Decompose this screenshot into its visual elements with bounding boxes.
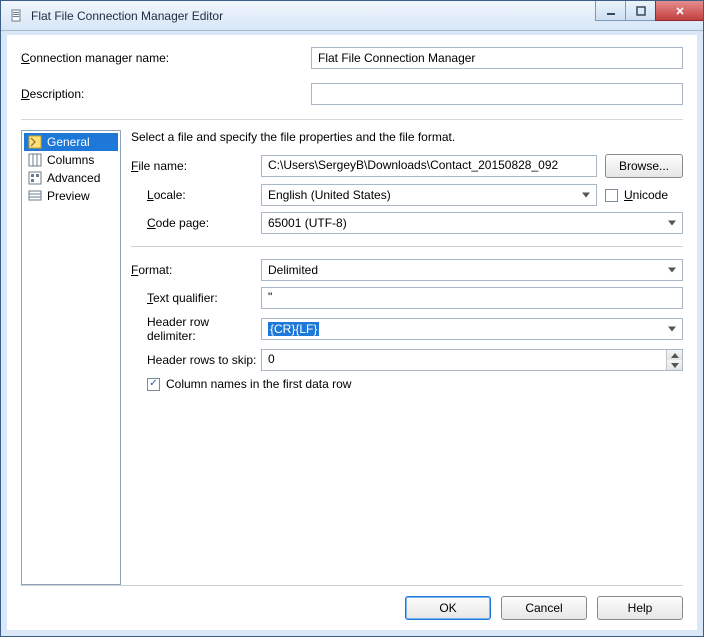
advanced-icon — [27, 170, 43, 186]
header-delim-label: Header row delimiter: — [131, 315, 261, 343]
close-button[interactable] — [655, 1, 703, 21]
nav-item-general[interactable]: General — [24, 133, 118, 151]
format-combo[interactable]: Delimited — [261, 259, 683, 281]
ok-button[interactable]: OK — [405, 596, 491, 620]
spin-up-button[interactable] — [667, 350, 682, 360]
connection-name-label: Connection manager name: — [21, 51, 311, 65]
preview-icon — [27, 188, 43, 204]
detail-panel: Select a file and specify the file prope… — [131, 130, 683, 585]
nav-list[interactable]: General Columns Advanced Preview — [21, 130, 121, 585]
connection-name-input[interactable] — [311, 47, 683, 69]
file-name-input[interactable]: C:\Users\SergeyB\Downloads\Contact_20150… — [261, 155, 597, 177]
description-input[interactable] — [311, 83, 683, 105]
unicode-checkbox[interactable] — [605, 189, 618, 202]
nav-item-label: Columns — [47, 153, 94, 167]
text-qualifier-label: Text qualifier: — [131, 291, 261, 305]
codepage-combo[interactable]: 65001 (UTF-8) — [261, 212, 683, 234]
header-skip-label: Header rows to skip: — [131, 353, 261, 367]
minimize-button[interactable] — [595, 1, 625, 21]
form-grid: File name: C:\Users\SergeyB\Downloads\Co… — [131, 154, 683, 397]
header-delim-combo[interactable]: {CR}{LF} — [261, 318, 683, 340]
locale-combo[interactable]: English (United States) — [261, 184, 597, 206]
nav-item-columns[interactable]: Columns — [24, 151, 118, 169]
nav-item-label: Advanced — [47, 171, 100, 185]
separator — [131, 246, 683, 247]
nav-item-preview[interactable]: Preview — [24, 187, 118, 205]
titlebar[interactable]: Flat File Connection Manager Editor — [1, 1, 703, 31]
nav-item-label: Preview — [47, 189, 90, 203]
main-split: General Columns Advanced Preview Select … — [21, 119, 683, 585]
maximize-button[interactable] — [625, 1, 655, 21]
dialog-window: Flat File Connection Manager Editor Conn… — [0, 0, 704, 637]
header-skip-input[interactable]: 0 — [261, 349, 683, 371]
window-title: Flat File Connection Manager Editor — [31, 9, 223, 23]
window-buttons — [595, 1, 703, 21]
description-label: Description: — [21, 87, 311, 101]
format-label: Format: — [131, 263, 261, 277]
instruction-text: Select a file and specify the file prope… — [131, 130, 683, 144]
spin-buttons — [666, 350, 682, 370]
first-row-checkbox[interactable] — [147, 378, 160, 391]
unicode-label: Unicode — [624, 188, 668, 202]
codepage-label: Code page: — [131, 216, 261, 230]
first-row-label: Column names in the first data row — [166, 377, 351, 391]
text-qualifier-input[interactable]: " — [261, 287, 683, 309]
nav-item-advanced[interactable]: Advanced — [24, 169, 118, 187]
nav-item-label: General — [47, 135, 90, 149]
footer-buttons: OK Cancel Help — [21, 585, 683, 620]
cancel-button[interactable]: Cancel — [501, 596, 587, 620]
locale-label: Locale: — [131, 188, 261, 202]
spin-down-button[interactable] — [667, 360, 682, 370]
file-name-label: File name: — [131, 159, 261, 173]
app-icon — [9, 8, 25, 24]
general-icon — [27, 134, 43, 150]
columns-icon — [27, 152, 43, 168]
header-fields: Connection manager name: Description: — [21, 47, 683, 119]
browse-button[interactable]: Browse... — [605, 154, 683, 178]
client-area: Connection manager name: Description: Ge… — [1, 31, 703, 636]
help-button[interactable]: Help — [597, 596, 683, 620]
